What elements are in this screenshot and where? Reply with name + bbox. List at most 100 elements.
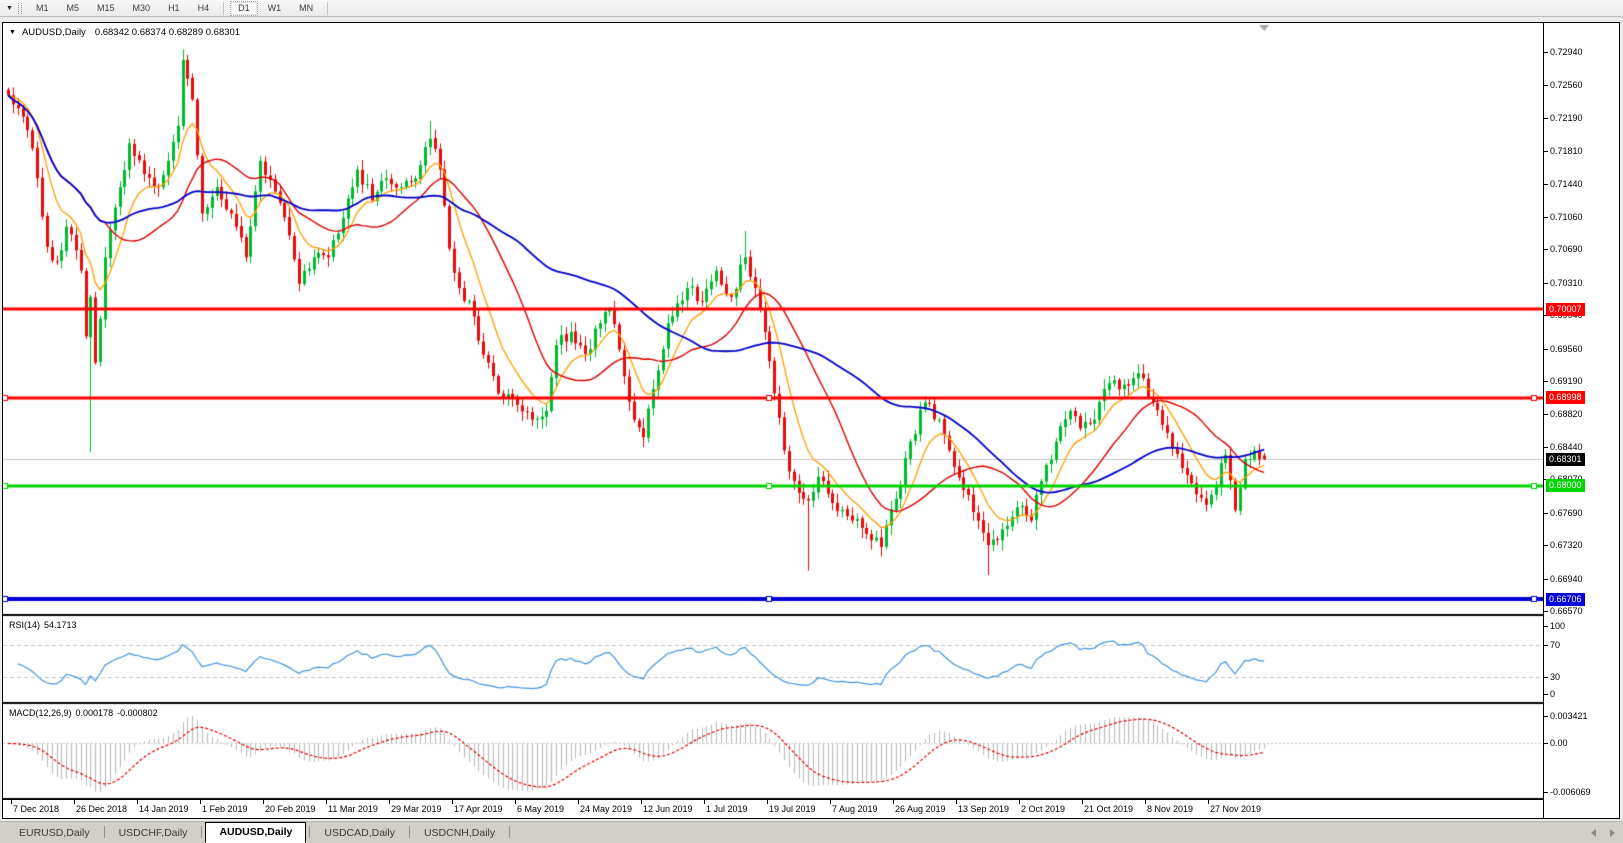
price-axis-tick — [1544, 611, 1548, 612]
date-axis-tick — [263, 800, 264, 804]
price-axis-tick — [1544, 52, 1548, 53]
chart-collapse-icon[interactable]: ▼ — [9, 29, 16, 36]
price-axis-tick — [1544, 579, 1548, 580]
date-axis-tick — [641, 800, 642, 804]
timeframe-button-w1[interactable]: W1 — [260, 1, 290, 16]
price-axis-tick — [1544, 151, 1548, 152]
date-axis-label: 14 Jan 2019 — [139, 804, 189, 814]
date-axis-tick — [389, 800, 390, 804]
macd-axis-tick — [1544, 792, 1548, 793]
price-chart-canvas[interactable] — [3, 23, 1543, 800]
price-line-badge: 0.68998 — [1546, 391, 1585, 404]
rsi-axis-tick — [1544, 626, 1548, 627]
chart-tab-bar: EURUSD,Daily USDCHF,Daily AUDUSD,Daily USDC… — [0, 821, 1623, 843]
price-axis-label: 0.66940 — [1550, 574, 1583, 584]
price-axis: 0.729400.725600.721900.718100.714400.710… — [1543, 23, 1618, 818]
price-axis-label: 0.70690 — [1550, 244, 1583, 254]
price-line-badge: 0.68000 — [1546, 479, 1585, 492]
macd-axis-label: -0.006069 — [1550, 787, 1591, 797]
date-axis-label: 7 Dec 2018 — [13, 804, 59, 814]
date-axis-tick — [326, 800, 327, 804]
price-axis-label: 0.68820 — [1550, 409, 1583, 419]
date-axis-label: 1 Jul 2019 — [706, 804, 748, 814]
tab-separator — [309, 826, 310, 838]
tab-scroll-left-button[interactable] — [1591, 829, 1596, 837]
price-axis-tick — [1544, 447, 1548, 448]
date-axis-label: 12 Jun 2019 — [643, 804, 693, 814]
tab-eurusd-daily[interactable]: EURUSD,Daily — [8, 824, 101, 843]
tab-usdcnh-daily[interactable]: USDCNH,Daily — [413, 824, 506, 843]
rsi-axis-tick — [1544, 694, 1548, 695]
price-line-badge: 0.66706 — [1546, 593, 1585, 606]
date-axis-tick — [137, 800, 138, 804]
date-axis-tick — [830, 800, 831, 804]
price-axis-tick — [1544, 249, 1548, 250]
date-axis-tick — [1208, 800, 1209, 804]
date-axis-tick — [200, 800, 201, 804]
price-axis-label: 0.71440 — [1550, 179, 1583, 189]
date-axis-tick — [1082, 800, 1083, 804]
timeframe-button-d1[interactable]: D1 — [230, 1, 258, 16]
macd-indicator-label: MACD(12,26,9)0.000178-0.000802 — [9, 708, 162, 718]
tab-usdchf-daily[interactable]: USDCHF,Daily — [108, 824, 199, 843]
price-axis-label: 0.71060 — [1550, 212, 1583, 222]
timeframe-button-m1[interactable]: M1 — [28, 1, 57, 16]
chart-symbol-title: AUDUSD,Daily — [22, 27, 86, 38]
price-axis-tick — [1544, 513, 1548, 514]
tab-scroll-right-button[interactable] — [1610, 829, 1615, 837]
price-axis-tick — [1544, 118, 1548, 119]
date-axis-label: 29 Mar 2019 — [391, 804, 442, 814]
timeframe-button-m15[interactable]: M15 — [89, 1, 123, 16]
timeframe-button-m30[interactable]: M30 — [125, 1, 159, 16]
timeframe-button-h4[interactable]: H4 — [190, 1, 218, 16]
date-axis-label: 11 Mar 2019 — [328, 804, 378, 814]
macd-axis-tick — [1544, 716, 1548, 717]
rsi-indicator-label: RSI(14)54.1713 — [9, 620, 81, 630]
toolbar-separator — [327, 2, 328, 15]
macd-axis-label: 0.00 — [1550, 738, 1568, 748]
date-axis-label: 26 Aug 2019 — [895, 804, 946, 814]
price-axis-tick — [1544, 381, 1548, 382]
date-axis-label: 13 Sep 2019 — [958, 804, 1009, 814]
toolbar-separator — [223, 2, 224, 15]
rsi-axis-label: 30 — [1550, 672, 1560, 682]
price-axis-label: 0.72560 — [1550, 80, 1583, 90]
price-axis-label: 0.70310 — [1550, 278, 1583, 288]
date-axis-tick — [1145, 800, 1146, 804]
macd-signal-value: -0.000802 — [117, 708, 158, 718]
chart-header: ▼ AUDUSD,Daily 0.68342 0.68374 0.68289 0… — [9, 27, 240, 38]
tab-separator — [201, 826, 202, 838]
toolbar-grip-handle[interactable] — [18, 3, 22, 14]
date-axis-label: 7 Aug 2019 — [832, 804, 878, 814]
tab-separator — [104, 826, 105, 838]
tab-scroll-arrows — [1591, 829, 1615, 837]
date-axis-label: 24 May 2019 — [580, 804, 632, 814]
price-axis-tick — [1544, 85, 1548, 86]
date-axis: 7 Dec 201826 Dec 201814 Jan 20191 Feb 20… — [3, 800, 1543, 817]
date-axis-label: 27 Nov 2019 — [1210, 804, 1261, 814]
timeframe-toolbar: ▼ M1M5M15M30H1H4 D1W1MN — [0, 0, 1623, 17]
chart-window: ▼ AUDUSD,Daily 0.68342 0.68374 0.68289 0… — [2, 22, 1620, 819]
date-axis-label: 8 Nov 2019 — [1147, 804, 1193, 814]
date-axis-tick — [11, 800, 12, 804]
timeframe-button-m5[interactable]: M5 — [59, 1, 88, 16]
date-axis-tick — [515, 800, 516, 804]
price-axis-label: 0.68440 — [1550, 442, 1583, 452]
date-axis-label: 20 Feb 2019 — [265, 804, 316, 814]
date-axis-label: 17 Apr 2019 — [454, 804, 503, 814]
rsi-value: 54.1713 — [44, 620, 77, 630]
date-axis-label: 6 May 2019 — [517, 804, 564, 814]
timeframe-button-mn[interactable]: MN — [291, 1, 321, 16]
price-axis-tick — [1544, 414, 1548, 415]
price-axis-tick — [1544, 217, 1548, 218]
toolbar-dropdown-icon[interactable]: ▼ — [3, 5, 16, 12]
date-axis-tick — [1019, 800, 1020, 804]
price-axis-label: 0.71810 — [1550, 146, 1583, 156]
date-axis-label: 1 Feb 2019 — [202, 804, 248, 814]
price-line-badge: 0.70007 — [1546, 303, 1585, 316]
tab-audusd-daily[interactable]: AUDUSD,Daily — [205, 822, 306, 843]
tab-usdcad-daily[interactable]: USDCAD,Daily — [313, 824, 406, 843]
rsi-axis-tick — [1544, 677, 1548, 678]
timeframe-button-h1[interactable]: H1 — [160, 1, 188, 16]
price-axis-tick — [1544, 349, 1548, 350]
